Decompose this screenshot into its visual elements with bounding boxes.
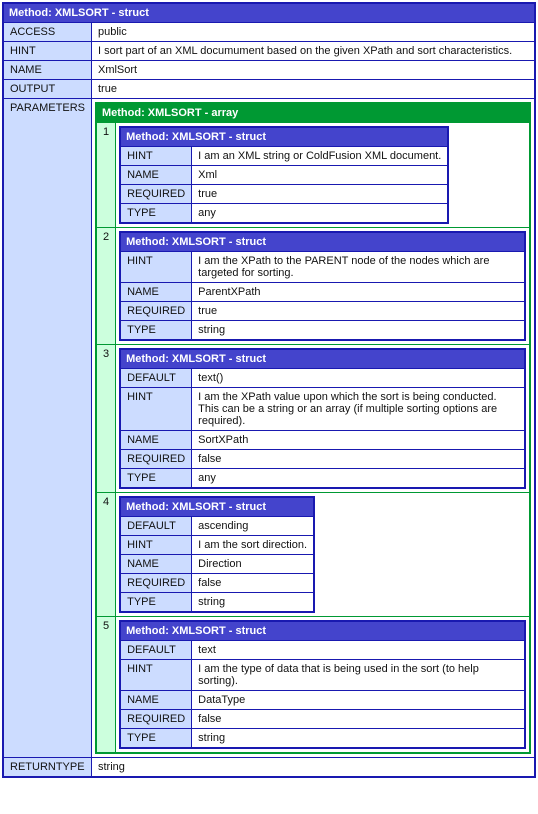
param-row-value: I am the XPath value upon which the sort… [192, 388, 525, 431]
param-row-key: REQUIRED [120, 450, 192, 469]
array-item-cell: Method: XMLSORT - structDEFAULTtextHINTI… [116, 617, 530, 754]
param-struct-table: Method: XMLSORT - structDEFAULTtext()HIN… [119, 348, 526, 489]
outer-struct-header: Method: XMLSORT - struct [3, 3, 535, 23]
param-row-key: HINT [120, 388, 192, 431]
param-row-key: NAME [120, 555, 192, 574]
row-val-hint: I sort part of an XML documument based o… [91, 42, 535, 61]
param-row-value: any [192, 204, 449, 224]
parameters-cell: Method: XMLSORT - array 1Method: XMLSORT… [91, 99, 535, 758]
param-row-value: SortXPath [192, 431, 525, 450]
param-row-value: ascending [192, 517, 314, 536]
param-row-key: REQUIRED [120, 302, 192, 321]
array-header: Method: XMLSORT - array [96, 103, 530, 123]
parameters-array-table: Method: XMLSORT - array 1Method: XMLSORT… [95, 102, 531, 754]
param-struct-table: Method: XMLSORT - structDEFAULTascending… [119, 496, 315, 613]
param-row-key: TYPE [120, 729, 192, 749]
row-val-access: public [91, 23, 535, 42]
param-struct-header: Method: XMLSORT - struct [120, 497, 314, 517]
param-row-value: true [192, 185, 449, 204]
param-struct-header: Method: XMLSORT - struct [120, 349, 525, 369]
row-val-output: true [91, 80, 535, 99]
param-row-value: ParentXPath [192, 283, 525, 302]
array-index: 3 [96, 345, 116, 493]
array-index: 1 [96, 123, 116, 228]
array-index: 2 [96, 228, 116, 345]
param-row-key: NAME [120, 166, 192, 185]
row-key-name: NAME [3, 61, 91, 80]
param-row-value: DataType [192, 691, 525, 710]
param-row-key: HINT [120, 252, 192, 283]
param-row-key: REQUIRED [120, 710, 192, 729]
param-row-key: TYPE [120, 204, 192, 224]
param-row-key: NAME [120, 431, 192, 450]
array-item-cell: Method: XMLSORT - structDEFAULTascending… [116, 493, 530, 617]
param-struct-header: Method: XMLSORT - struct [120, 621, 525, 641]
row-key-returntype: RETURNTYPE [3, 758, 91, 778]
param-row-key: TYPE [120, 469, 192, 489]
row-key-parameters: PARAMETERS [3, 99, 91, 758]
param-row-key: DEFAULT [120, 641, 192, 660]
param-row-value: true [192, 302, 525, 321]
param-row-value: false [192, 574, 314, 593]
row-val-returntype: string [91, 758, 535, 778]
array-item-cell: Method: XMLSORT - structHINTI am an XML … [116, 123, 530, 228]
param-row-value: I am the sort direction. [192, 536, 314, 555]
row-key-hint: HINT [3, 42, 91, 61]
param-row-value: Xml [192, 166, 449, 185]
param-row-key: DEFAULT [120, 517, 192, 536]
param-struct-header: Method: XMLSORT - struct [120, 127, 448, 147]
param-row-value: string [192, 729, 525, 749]
param-row-value: any [192, 469, 525, 489]
array-index: 4 [96, 493, 116, 617]
param-row-value: false [192, 710, 525, 729]
array-item-cell: Method: XMLSORT - structDEFAULTtext()HIN… [116, 345, 530, 493]
row-key-output: OUTPUT [3, 80, 91, 99]
param-row-value: false [192, 450, 525, 469]
param-struct-table: Method: XMLSORT - structHINTI am the XPa… [119, 231, 526, 341]
param-struct-header: Method: XMLSORT - struct [120, 232, 525, 252]
row-val-name: XmlSort [91, 61, 535, 80]
param-row-key: NAME [120, 283, 192, 302]
param-struct-table: Method: XMLSORT - structDEFAULTtextHINTI… [119, 620, 526, 749]
param-row-value: string [192, 593, 314, 613]
param-row-key: REQUIRED [120, 185, 192, 204]
param-row-value: I am the XPath to the PARENT node of the… [192, 252, 525, 283]
param-row-key: REQUIRED [120, 574, 192, 593]
param-row-key: TYPE [120, 593, 192, 613]
outer-struct-table: Method: XMLSORT - struct ACCESS public H… [2, 2, 536, 778]
param-row-value: text [192, 641, 525, 660]
param-row-value: I am the type of data that is being used… [192, 660, 525, 691]
param-row-value: text() [192, 369, 525, 388]
param-row-value: string [192, 321, 525, 341]
param-row-key: HINT [120, 660, 192, 691]
param-row-key: HINT [120, 536, 192, 555]
param-row-key: DEFAULT [120, 369, 192, 388]
param-row-key: TYPE [120, 321, 192, 341]
array-item-cell: Method: XMLSORT - structHINTI am the XPa… [116, 228, 530, 345]
param-row-key: NAME [120, 691, 192, 710]
param-struct-table: Method: XMLSORT - structHINTI am an XML … [119, 126, 449, 224]
param-row-value: Direction [192, 555, 314, 574]
array-index: 5 [96, 617, 116, 754]
row-key-access: ACCESS [3, 23, 91, 42]
param-row-value: I am an XML string or ColdFusion XML doc… [192, 147, 449, 166]
param-row-key: HINT [120, 147, 192, 166]
